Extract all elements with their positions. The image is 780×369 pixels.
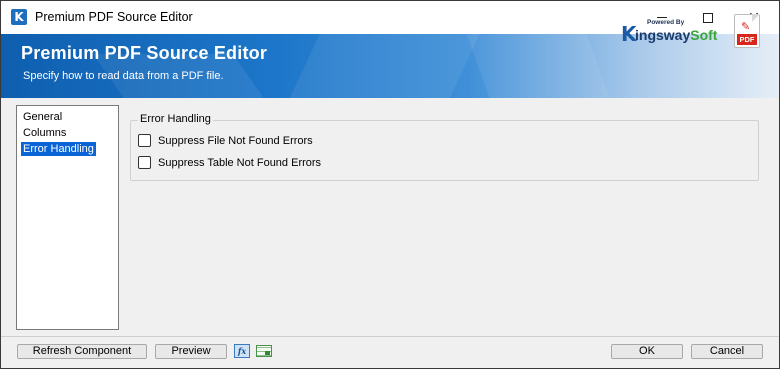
powered-by-text: Powered By (647, 19, 685, 26)
dialog-window: K Premium PDF Source Editor ✕ Premium PD… (0, 0, 780, 369)
suppress-table-not-found-option[interactable]: Suppress Table Not Found Errors (138, 155, 321, 170)
pdf-file-icon: ✎ PDF (734, 14, 760, 48)
refresh-component-button[interactable]: Refresh Component (17, 344, 147, 359)
kingswaysoft-app-icon: K (11, 9, 27, 25)
nav-item-columns[interactable]: Columns (21, 126, 68, 140)
page-fold (752, 14, 760, 22)
banner-subtitle: Specify how to read data from a PDF file… (23, 70, 224, 82)
pdf-label: PDF (737, 34, 757, 45)
ok-button[interactable]: OK (611, 344, 683, 359)
suppress-file-not-found-option[interactable]: Suppress File Not Found Errors (138, 133, 313, 148)
nav-item-error-handling[interactable]: Error Handling (21, 142, 96, 156)
kingswaysoft-logo: Powered By K ingswaySoft (621, 19, 721, 49)
suppress-table-not-found-checkbox[interactable] (138, 156, 151, 169)
nav-item-general[interactable]: General (21, 110, 64, 124)
suppress-file-not-found-checkbox[interactable] (138, 134, 151, 147)
footer-divider (1, 336, 779, 337)
brand-name-main: ingsway (635, 27, 691, 43)
cancel-button[interactable]: Cancel (691, 344, 763, 359)
brand-name: ingswaySoft (635, 27, 717, 43)
expression-icon[interactable]: fx (234, 344, 250, 358)
banner-decoration (273, 34, 489, 98)
page-navigation-list: General Columns Error Handling (16, 105, 119, 330)
group-title: Error Handling (138, 113, 213, 125)
error-handling-group (130, 120, 759, 181)
preview-button[interactable]: Preview (155, 344, 227, 359)
data-grid-icon[interactable] (256, 345, 272, 357)
minimize-icon (657, 17, 667, 18)
banner-title: Premium PDF Source Editor (21, 43, 268, 63)
acrobat-icon: ✎ (741, 20, 751, 33)
window-title: Premium PDF Source Editor (35, 10, 193, 24)
suppress-file-not-found-label[interactable]: Suppress File Not Found Errors (158, 135, 313, 147)
brand-name-accent: Soft (690, 27, 718, 43)
suppress-table-not-found-label[interactable]: Suppress Table Not Found Errors (158, 157, 321, 169)
banner-decoration (462, 34, 620, 98)
